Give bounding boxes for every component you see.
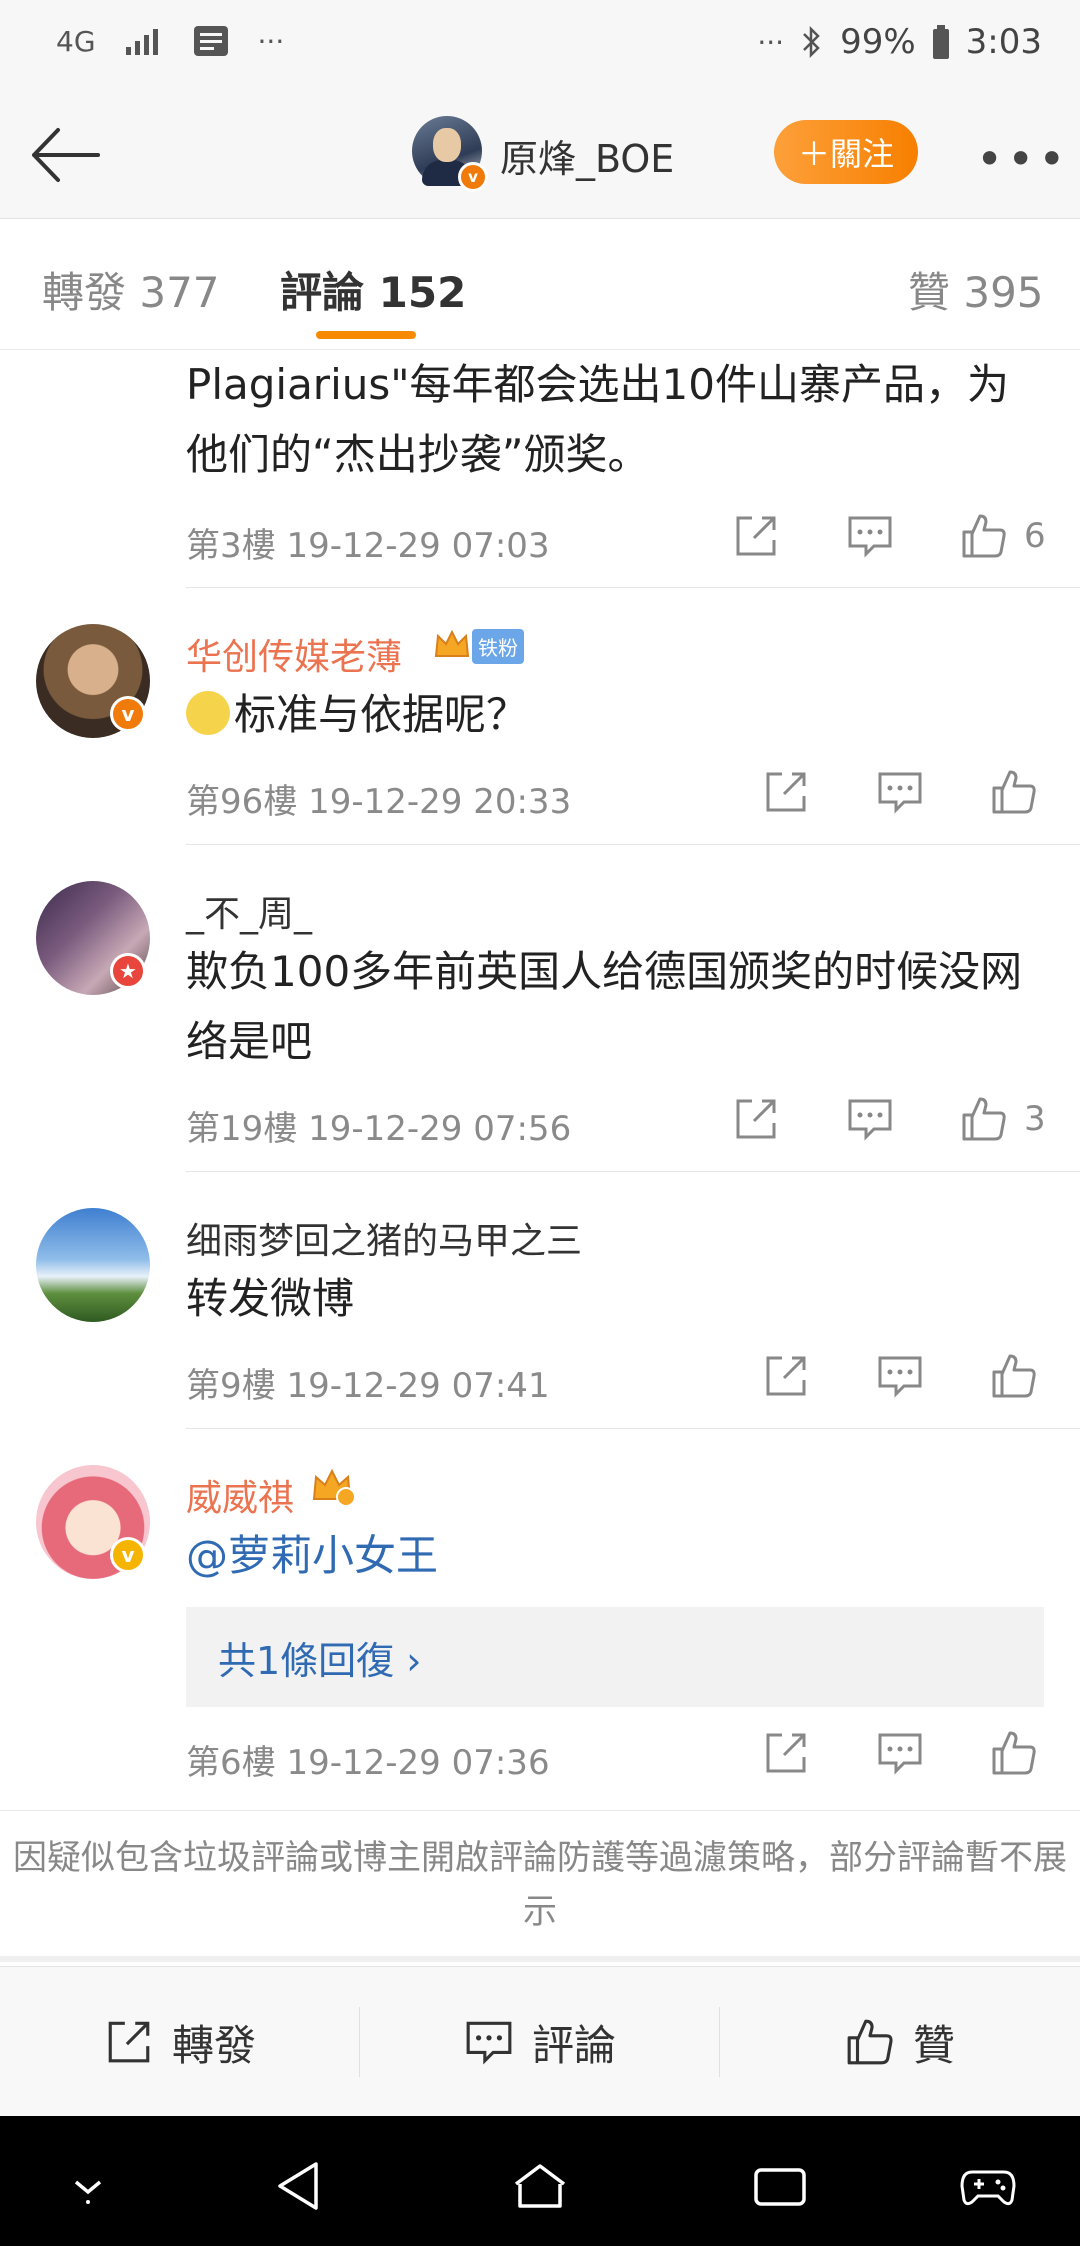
like-icon[interactable] — [960, 512, 1008, 560]
share-icon[interactable] — [732, 1095, 780, 1143]
bluetooth-icon — [803, 25, 820, 59]
share-icon[interactable] — [762, 768, 810, 816]
username[interactable]: _不_周_ — [186, 885, 312, 937]
comment-meta: 第9樓 19-12-29 07:41 — [186, 1358, 550, 1407]
comment-divider — [186, 1171, 1080, 1172]
home-nav-icon[interactable] — [510, 2156, 570, 2216]
comment-divider — [186, 844, 1080, 845]
floor-number: 第9樓 — [186, 1366, 276, 1406]
comment-meta: 第6樓 19-12-29 07:36 — [186, 1735, 550, 1784]
crown-icon — [312, 1468, 356, 1507]
username[interactable]: 华创传媒老薄 — [186, 628, 402, 680]
clock: 3:03 — [965, 22, 1042, 62]
like-count: 6 — [1024, 516, 1046, 556]
reply-icon[interactable] — [876, 1729, 924, 1777]
comment-button[interactable]: 評論 — [360, 1967, 720, 2117]
share-icon[interactable] — [762, 1352, 810, 1400]
user-avatar[interactable]: v — [36, 1465, 150, 1579]
tab-likes[interactable]: 贊 395 — [908, 259, 1044, 320]
repost-label: 轉發 — [171, 2020, 256, 2070]
comment-time: 19-12-29 07:41 — [286, 1366, 550, 1406]
like-button[interactable]: 贊 — [720, 1967, 1080, 2117]
username[interactable]: 细雨梦回之猪的马甲之三 — [186, 1212, 582, 1264]
system-nav-bar — [0, 2116, 1080, 2246]
back-nav-icon[interactable] — [270, 2156, 330, 2216]
author-name[interactable]: 原烽_BOE — [500, 128, 674, 183]
floor-number: 第6樓 — [186, 1743, 276, 1783]
comment-text: 标准与依据呢？ — [186, 680, 1030, 750]
like-icon[interactable] — [990, 768, 1038, 816]
status-bar: 4G ··· ··· 99% 3:03 — [0, 0, 1080, 92]
username[interactable]: 威威祺 — [186, 1469, 294, 1521]
comment-meta: 第3樓 19-12-29 07:03 — [186, 518, 550, 567]
comment-icon — [466, 2021, 512, 2065]
verified-icon: v — [110, 696, 146, 732]
repost-button[interactable]: 轉發 — [0, 1967, 360, 2117]
share-icon[interactable] — [732, 512, 780, 560]
comment-time: 19-12-29 07:03 — [286, 526, 550, 566]
floor-number: 第3樓 — [186, 526, 276, 566]
battery-icon — [932, 25, 949, 59]
recents-nav-icon[interactable] — [750, 2156, 810, 2216]
like-icon[interactable] — [960, 1095, 1008, 1143]
comment-time: 19-12-29 07:36 — [286, 1743, 550, 1783]
status-dots: ··· — [757, 25, 785, 59]
hide-keyboard-icon[interactable] — [58, 2156, 118, 2216]
like-label: 贊 — [912, 2020, 955, 2070]
view-replies-link[interactable]: 共1條回復 › — [186, 1607, 1044, 1707]
reply-icon[interactable] — [876, 1352, 924, 1400]
floor-number: 第19樓 — [186, 1109, 298, 1149]
comment-divider — [186, 587, 1080, 588]
tab-comments[interactable]: 評論 152 — [280, 259, 466, 320]
like-icon[interactable] — [990, 1352, 1038, 1400]
message-icon — [193, 26, 228, 56]
author-avatar[interactable]: v — [412, 116, 488, 192]
like-icon — [847, 2019, 893, 2065]
user-avatar[interactable]: ★ — [36, 881, 150, 995]
comment-time: 19-12-29 20:33 — [308, 782, 572, 822]
crying-face-icon — [186, 691, 230, 735]
comment-text: 欺负100多年前英国人给德国颁奖的时候没网络是吧 — [186, 947, 1023, 1066]
like-icon[interactable] — [990, 1729, 1038, 1777]
battery-percent: 99% — [840, 22, 916, 62]
floor-number: 第96樓 — [186, 782, 298, 822]
comment-meta: 第19樓 19-12-29 07:56 — [186, 1101, 571, 1150]
back-arrow-icon[interactable] — [28, 120, 108, 190]
filter-notice: 因疑似包含垃圾評論或博主開啟評論防護等過濾策略，部分評論暫不展示 — [0, 1810, 1080, 1962]
comment-time: 19-12-29 07:56 — [308, 1109, 572, 1149]
comment-label: 評論 — [531, 2020, 616, 2070]
game-controller-icon[interactable] — [958, 2156, 1018, 2216]
user-avatar[interactable]: v — [36, 624, 150, 738]
reply-icon[interactable] — [876, 768, 924, 816]
share-icon — [108, 2021, 150, 2063]
like-count: 3 — [1024, 1099, 1046, 1139]
active-tab-indicator — [316, 331, 416, 339]
follow-button[interactable]: ＋關注 — [774, 120, 918, 184]
network-indicator: 4G — [56, 24, 96, 58]
reply-icon[interactable] — [846, 1095, 894, 1143]
action-toolbar: 轉發 評論 贊 — [0, 1966, 1080, 2117]
star-badge-icon: ★ — [110, 953, 146, 989]
comment-divider — [186, 1428, 1080, 1429]
fan-level-label: 铁粉 — [472, 628, 524, 664]
app-header: v 原烽_BOE ＋關注 ••• — [0, 92, 1080, 219]
crown-icon — [434, 629, 470, 657]
fan-badge: 铁粉 — [432, 626, 524, 666]
tab-bar: 轉發 377 評論 152 贊 395 — [0, 219, 1080, 350]
user-avatar[interactable] — [36, 1208, 150, 1322]
verified-icon: v — [458, 162, 488, 192]
share-icon[interactable] — [762, 1729, 810, 1777]
verified-icon: v — [110, 1537, 146, 1573]
more-options-icon[interactable]: ••• — [976, 132, 1069, 186]
comment-text: 转发微博 — [186, 1274, 355, 1323]
tab-reposts[interactable]: 轉發 377 — [42, 259, 220, 320]
reply-icon[interactable] — [846, 512, 894, 560]
mention-link[interactable]: @萝莉小女王 — [186, 1521, 1030, 1591]
comment-meta: 第96樓 19-12-29 20:33 — [186, 774, 571, 823]
comment-text: Plagiarius"每年都会选出10件山寨产品，为他们的“杰出抄袭”颁奖。 — [186, 360, 1009, 479]
signal-icon — [125, 29, 158, 55]
notification-dots: ··· — [257, 24, 285, 58]
